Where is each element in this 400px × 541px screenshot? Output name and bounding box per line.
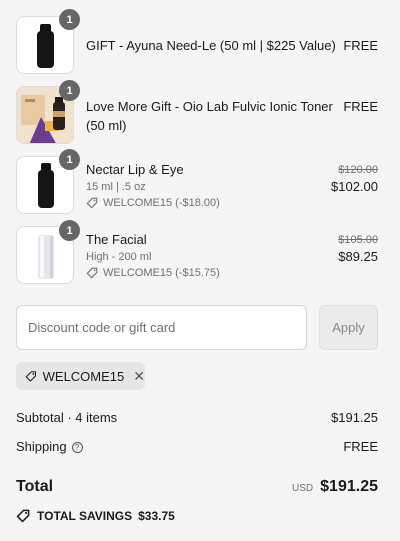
total-savings: TOTAL SAVINGS $33.75 (16, 509, 175, 523)
discount-code-input[interactable] (16, 305, 307, 350)
product-price: $89.25 (338, 249, 378, 264)
product-name: Nectar Lip & Eye (86, 162, 184, 177)
savings-label: TOTAL SAVINGS (37, 509, 133, 523)
product-name: Love More Gift - Oio Lab Fulvic Ionic To… (86, 99, 333, 114)
quantity-badge: 1 (59, 9, 80, 30)
product-name: GIFT - Ayuna Need-Le (50 ml | $225 Value… (86, 38, 336, 53)
subtotal-value: $191.25 (331, 410, 378, 425)
apply-discount-button[interactable]: Apply (319, 305, 378, 350)
subtotal-label: Subtotal · 4 items (16, 410, 118, 425)
quantity-badge: 1 (59, 80, 80, 101)
currency-code: USD (292, 483, 314, 494)
original-price: $105.00 (338, 234, 378, 246)
product-name: The Facial (86, 232, 147, 247)
tag-icon (25, 370, 36, 382)
total-row: Total USD $191.25 (16, 478, 378, 496)
help-icon[interactable]: ? (71, 442, 83, 454)
product-name-line2: (50 ml) (86, 118, 127, 133)
shipping-label: Shipping (16, 439, 67, 454)
tag-icon (16, 509, 30, 523)
product-discount: WELCOME15 (-$15.75) (86, 265, 220, 281)
shipping-value: FREE (343, 439, 378, 454)
product-discount: WELCOME15 (-$18.00) (86, 195, 220, 211)
tag-icon (86, 267, 98, 279)
product-price: FREE (343, 38, 378, 53)
total-label: Total (16, 478, 54, 495)
product-price: $102.00 (331, 179, 378, 194)
subtotal-row: Subtotal · 4 items $191.25 (16, 410, 378, 425)
product-variant: 15 ml | .5 oz (86, 181, 146, 193)
quantity-badge: 1 (59, 220, 80, 241)
total-amount: $191.25 (320, 478, 378, 495)
tag-icon (86, 197, 98, 209)
discount-label: WELCOME15 (-$18.00) (103, 197, 220, 209)
quantity-badge: 1 (59, 149, 80, 170)
product-variant: High - 200 ml (86, 251, 152, 263)
shipping-row: Shipping? FREE (16, 439, 378, 454)
original-price: $120.00 (338, 164, 378, 176)
applied-code-label: WELCOME15 (42, 368, 125, 384)
remove-code-icon[interactable]: ✕ (133, 369, 145, 383)
savings-value: $33.75 (138, 509, 175, 523)
discount-label: WELCOME15 (-$15.75) (103, 267, 220, 279)
applied-discount-chip: WELCOME15 ✕ (16, 362, 145, 390)
product-price: FREE (343, 99, 378, 114)
